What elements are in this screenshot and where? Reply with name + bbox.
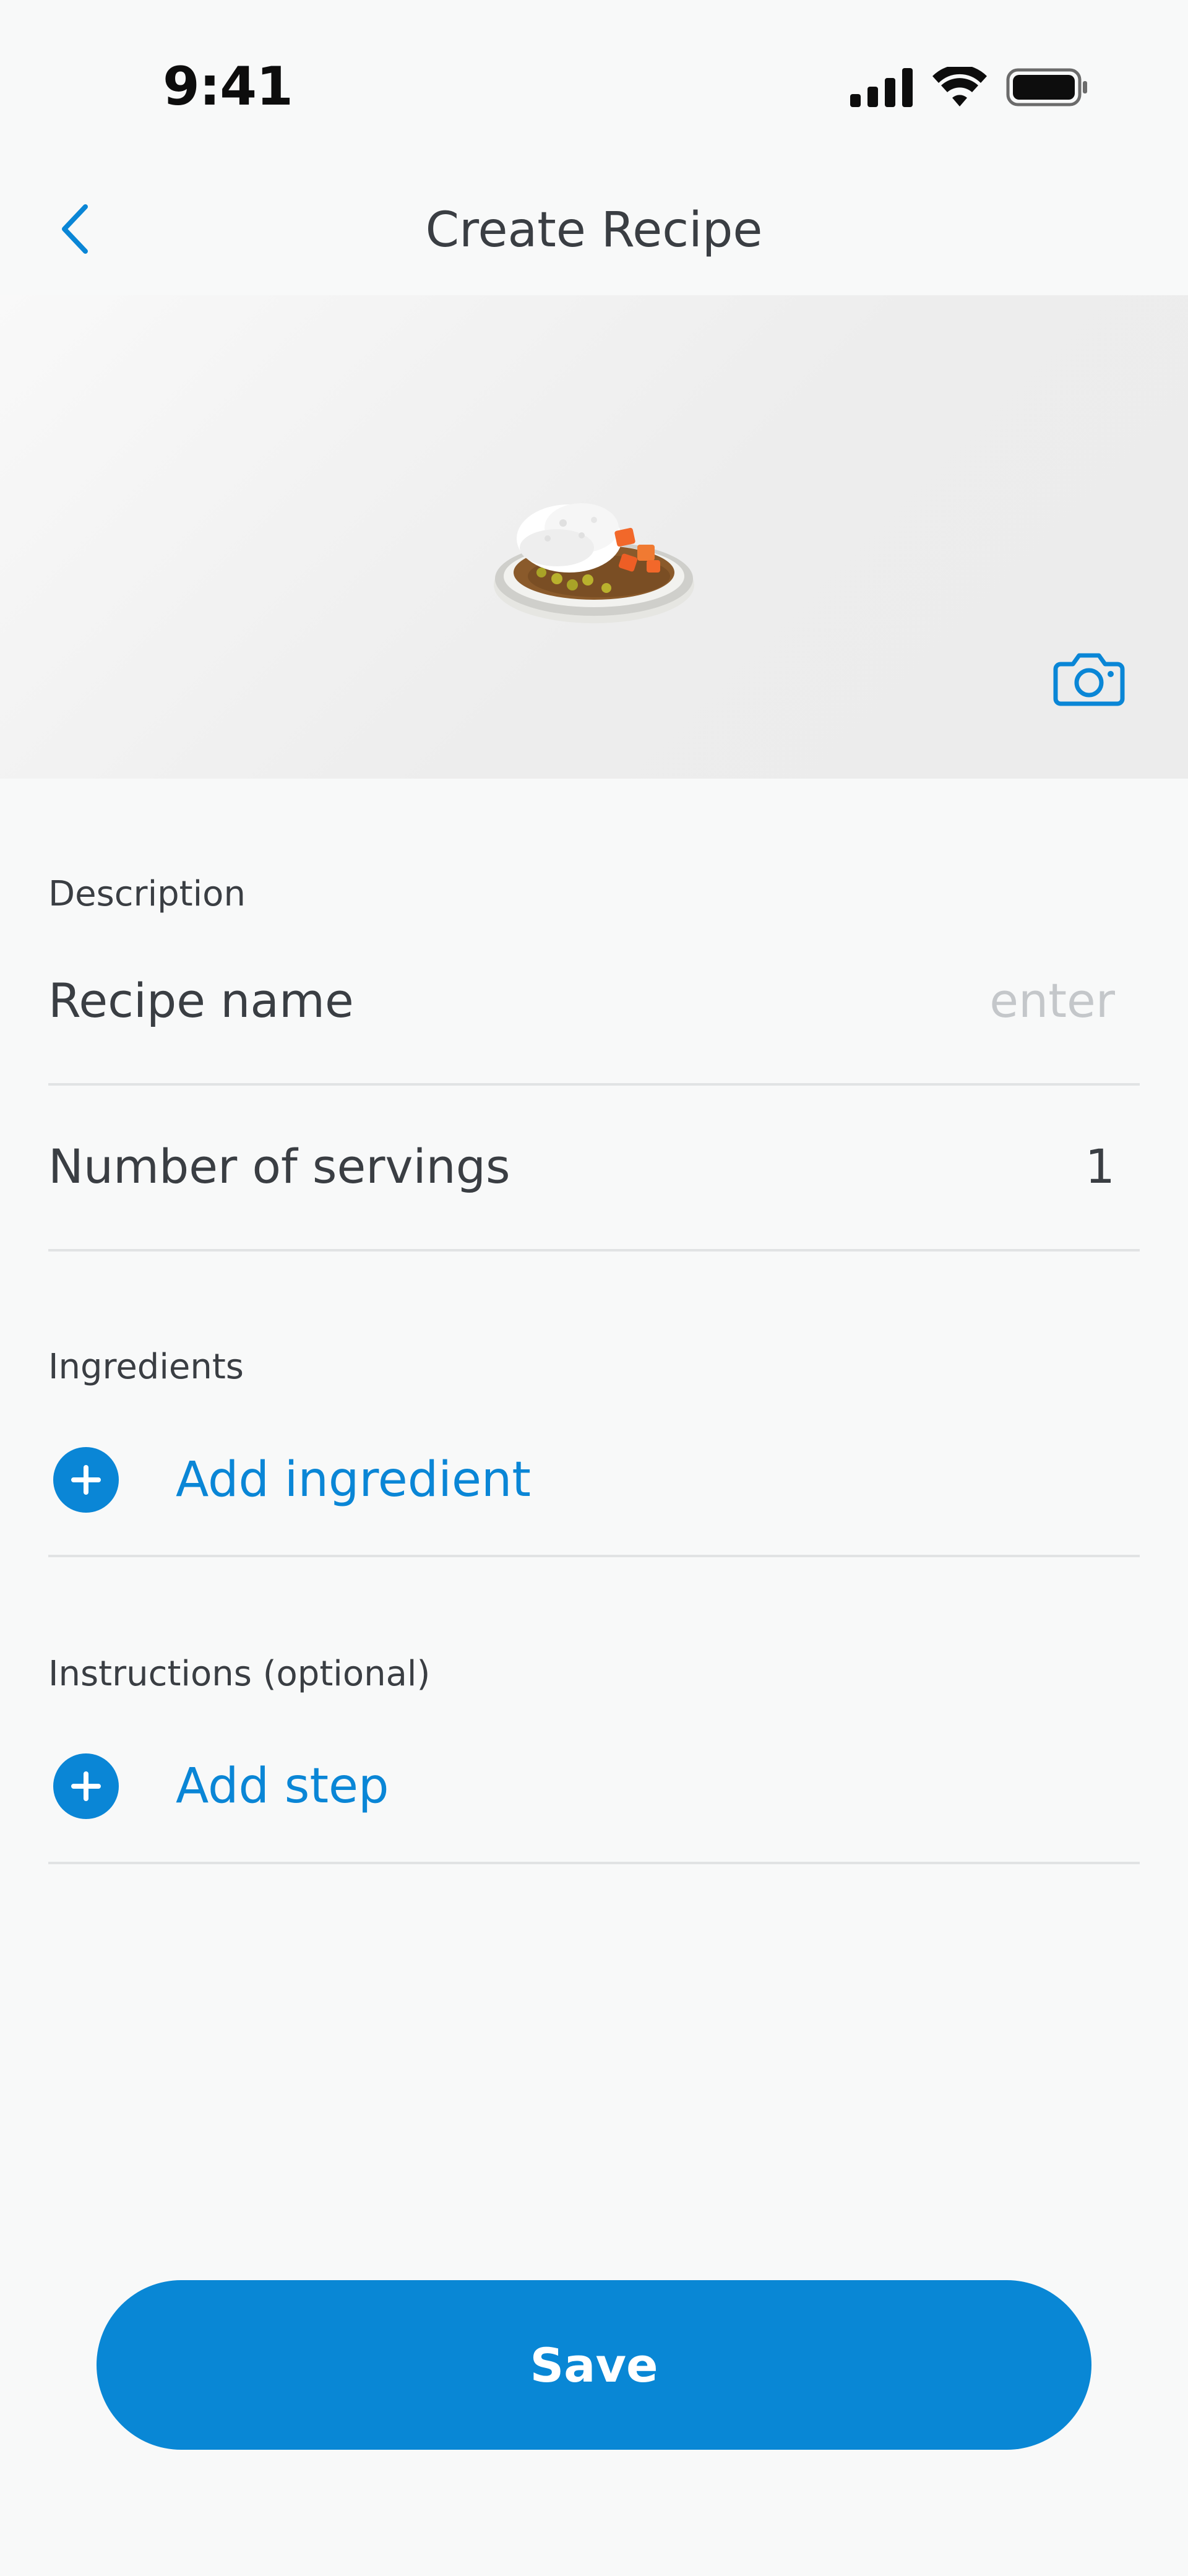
cellular-signal-icon [850,68,913,107]
divider [48,1249,1140,1251]
servings-label: Number of servings [48,1139,510,1194]
wifi-icon [932,67,987,106]
servings-row[interactable]: Number of servings 1 [0,1119,1188,1249]
camera-icon [1053,653,1125,706]
add-ingredient-button[interactable]: Add ingredient [53,1447,531,1513]
add-step-label: Add step [176,1758,389,1814]
instructions-section-label: Instructions (optional) [48,1654,431,1694]
ingredients-section-label: Ingredients [48,1347,244,1387]
recipe-name-input[interactable]: enter [989,973,1115,1028]
add-step-button[interactable]: Add step [53,1753,389,1819]
description-section-label: Description [48,874,246,914]
add-ingredient-label: Add ingredient [176,1452,531,1508]
page-title: Create Recipe [425,202,763,258]
divider [48,1083,1140,1086]
divider [48,1862,1140,1864]
curry-rice-dish-image [494,503,694,623]
recipe-name-row[interactable]: Recipe name enter [0,953,1188,1083]
save-button-label: Save [530,2337,658,2393]
status-time: 9:41 [163,56,293,118]
recipe-name-label: Recipe name [48,973,354,1028]
divider [48,1555,1140,1557]
save-button[interactable]: Save [97,2280,1091,2450]
change-photo-button[interactable] [1052,647,1126,709]
battery-icon [1006,68,1087,106]
plus-circle-icon [53,1753,119,1819]
servings-value[interactable]: 1 [1085,1139,1115,1194]
plus-circle-icon [53,1447,119,1513]
